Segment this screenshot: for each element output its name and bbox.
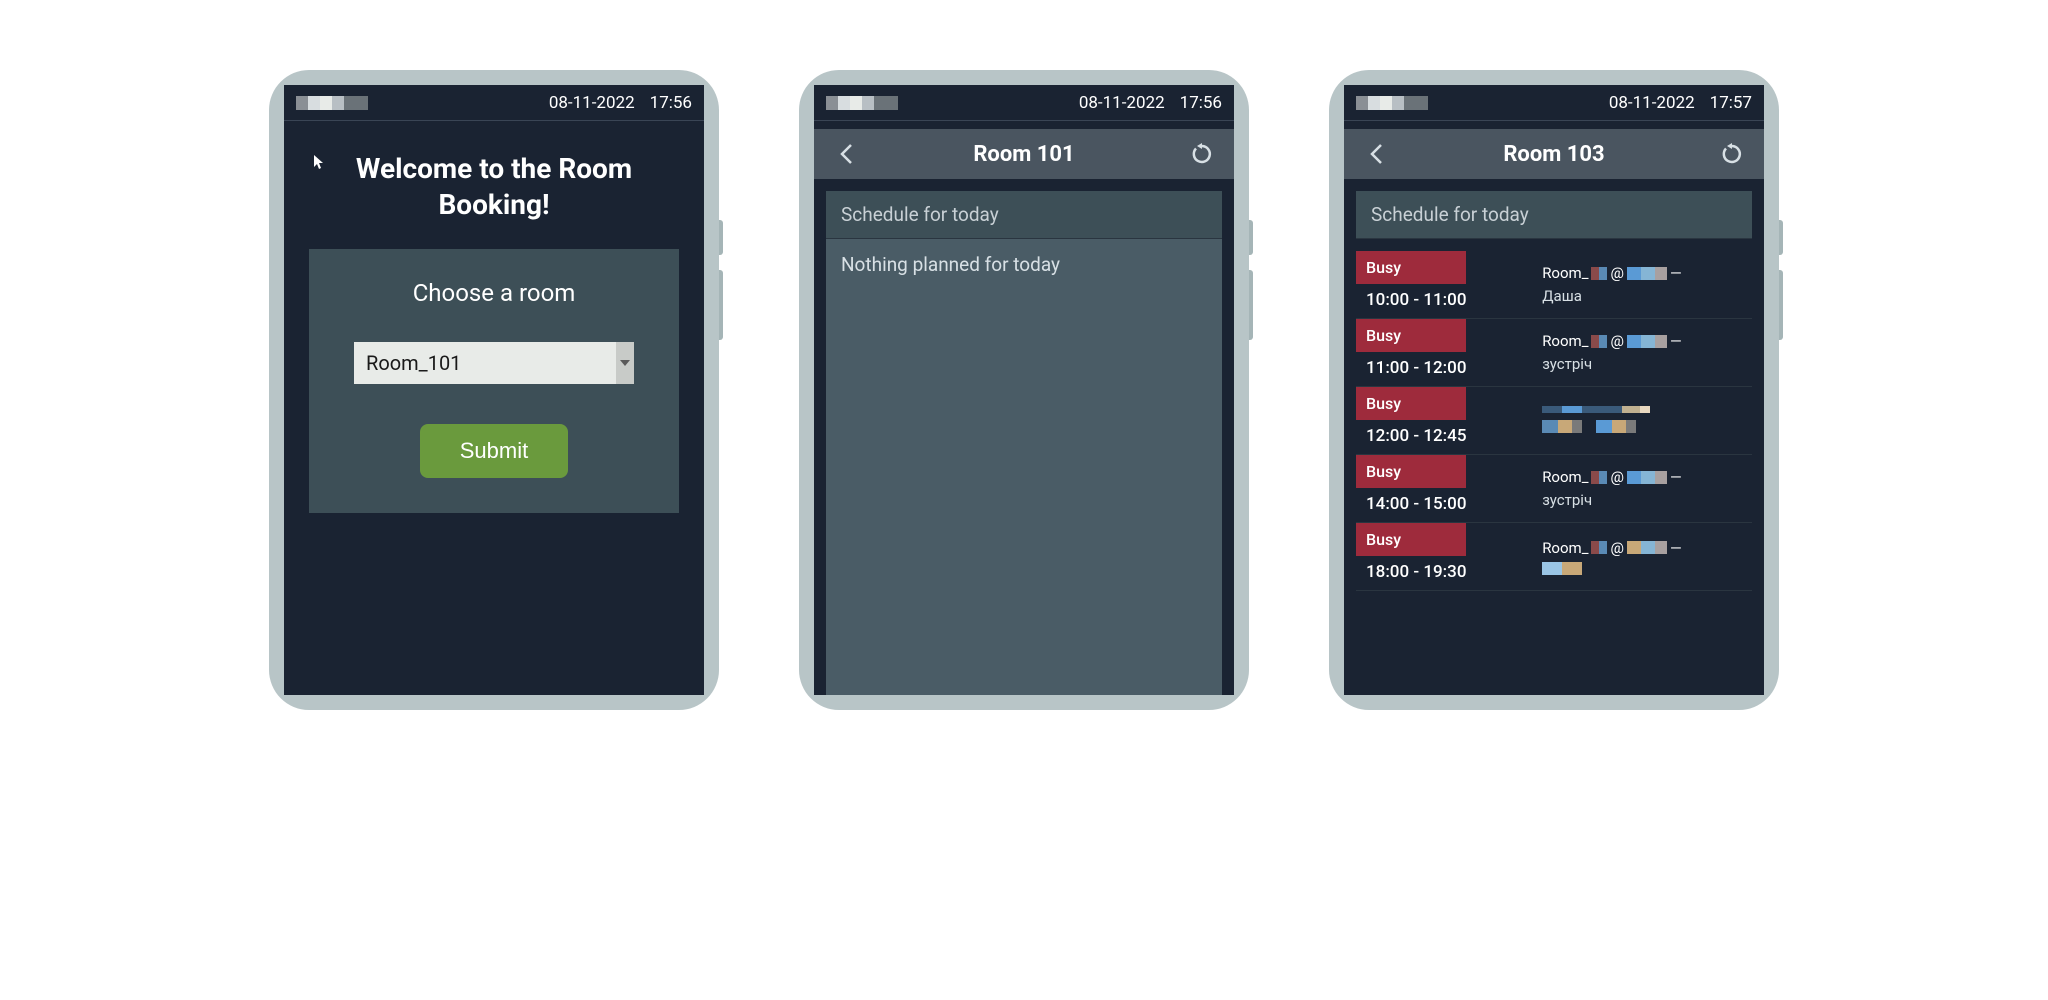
booking-time: 11:00 - 12:00 (1356, 352, 1534, 386)
room-title: Room 103 (1503, 142, 1604, 167)
room-title: Room 101 (973, 142, 1074, 167)
busy-badge: Busy (1356, 523, 1466, 556)
status-time: 17:57 (1710, 93, 1752, 113)
status-bar: 08-11-2022 17:56 (284, 85, 704, 121)
status-icon (826, 96, 898, 110)
status-left (1356, 96, 1428, 110)
back-button[interactable] (834, 142, 858, 166)
booking-row[interactable]: Busy 11:00 - 12:00 Room_@— зустріч (1356, 319, 1752, 387)
busy-badge: Busy (1356, 387, 1466, 420)
welcome-title: Welcome to the Room Booking! (284, 121, 704, 249)
status-right: 08-11-2022 17:56 (549, 93, 692, 113)
status-left (826, 96, 898, 110)
room-header: Room 103 (1344, 129, 1764, 179)
back-button[interactable] (1364, 142, 1388, 166)
nothing-planned-text: Nothing planned for today (826, 239, 1222, 290)
choose-room-panel: Choose a room Room_101 Submit (309, 249, 679, 513)
status-date: 08-11-2022 (1609, 93, 1695, 113)
booking-time: 12:00 - 12:45 (1356, 420, 1534, 454)
booking-subtitle: зустріч (1542, 491, 1744, 509)
device-room-101: 08-11-2022 17:56 Room 101 Schedule for t… (799, 70, 1249, 710)
booking-row[interactable]: Busy 18:00 - 19:30 Room_ @— (1356, 523, 1752, 591)
schedule-header: Schedule for today (1356, 191, 1752, 239)
booking-title: Room_@— (1542, 332, 1744, 350)
screen-room-101: 08-11-2022 17:56 Room 101 Schedule for t… (814, 85, 1234, 695)
booking-title (1542, 406, 1744, 413)
status-date: 08-11-2022 (549, 93, 635, 113)
booking-time: 14:00 - 15:00 (1356, 488, 1534, 522)
booking-subtitle (1542, 562, 1744, 575)
device-welcome: 08-11-2022 17:56 Welcome to the Room Boo… (269, 70, 719, 710)
status-bar: 08-11-2022 17:57 (1344, 85, 1764, 121)
status-left (296, 96, 368, 110)
device-side-button (1779, 220, 1783, 255)
booking-time: 18:00 - 19:30 (1356, 556, 1534, 590)
cursor-icon (314, 155, 324, 173)
status-right: 08-11-2022 17:57 (1609, 93, 1752, 113)
busy-badge: Busy (1356, 319, 1466, 352)
room-select-value: Room_101 (366, 351, 461, 375)
device-side-button (1779, 270, 1783, 340)
status-date: 08-11-2022 (1079, 93, 1165, 113)
refresh-button[interactable] (1190, 142, 1214, 166)
submit-button[interactable]: Submit (420, 424, 568, 478)
booking-title: Room_ @— (1542, 264, 1744, 282)
busy-badge: Busy (1356, 251, 1466, 284)
schedule-list: Busy 10:00 - 11:00 Room_ @— Даша Busy 11… (1356, 251, 1752, 591)
booking-row[interactable]: Busy 14:00 - 15:00 Room_ @— зустріч (1356, 455, 1752, 523)
booking-row[interactable]: Busy 10:00 - 11:00 Room_ @— Даша (1356, 251, 1752, 319)
booking-row[interactable]: Busy 12:00 - 12:45 (1356, 387, 1752, 455)
device-side-button (719, 270, 723, 340)
choose-room-label: Choose a room (339, 279, 649, 307)
booking-title: Room_ @— (1542, 539, 1744, 557)
status-time: 17:56 (650, 93, 692, 113)
room-header: Room 101 (814, 129, 1234, 179)
booking-subtitle: Даша (1542, 287, 1744, 305)
busy-badge: Busy (1356, 455, 1466, 488)
booking-subtitle (1542, 418, 1744, 436)
status-icon (296, 96, 368, 110)
schedule-body: Nothing planned for today (826, 239, 1222, 695)
device-room-103: 08-11-2022 17:57 Room 103 Schedule for t… (1329, 70, 1779, 710)
device-side-button (1249, 220, 1253, 255)
chevron-down-icon[interactable] (616, 342, 634, 384)
booking-time: 10:00 - 11:00 (1356, 284, 1534, 318)
status-right: 08-11-2022 17:56 (1079, 93, 1222, 113)
refresh-button[interactable] (1720, 142, 1744, 166)
room-select[interactable]: Room_101 (354, 342, 634, 384)
schedule-header: Schedule for today (826, 191, 1222, 239)
device-side-button (1249, 270, 1253, 340)
screen-welcome: 08-11-2022 17:56 Welcome to the Room Boo… (284, 85, 704, 695)
status-bar: 08-11-2022 17:56 (814, 85, 1234, 121)
booking-title: Room_ @— (1542, 468, 1744, 486)
device-side-button (719, 220, 723, 255)
screen-room-103: 08-11-2022 17:57 Room 103 Schedule for t… (1344, 85, 1764, 695)
booking-subtitle: зустріч (1542, 355, 1744, 373)
status-icon (1356, 96, 1428, 110)
status-time: 17:56 (1180, 93, 1222, 113)
